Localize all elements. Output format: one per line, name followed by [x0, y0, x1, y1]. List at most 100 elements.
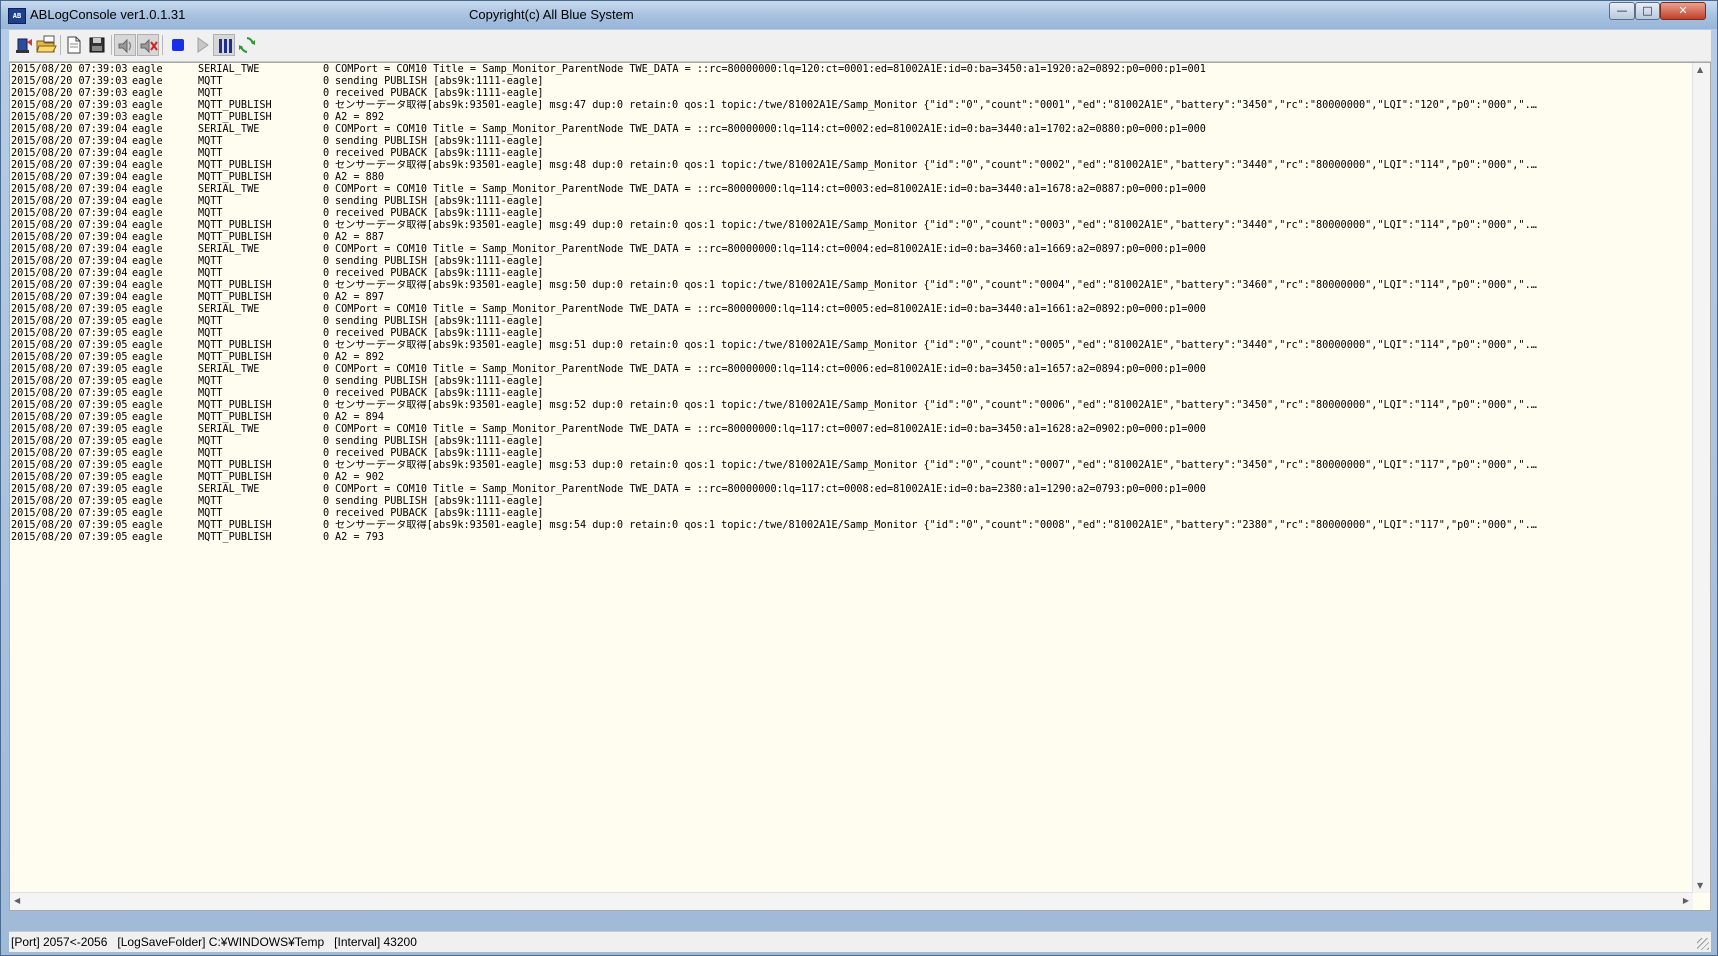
log-lines: 2015/08/20 07:39:03 eagle SERIAL_TWE 0 COMPo…	[11, 64, 1692, 544]
horizontal-scrollbar[interactable]: ◀ ▶	[10, 892, 1693, 910]
log-host: eagle	[132, 424, 163, 435]
log-row[interactable]: 2015/08/20 07:39:04 eagle MQTT_PUBLISH 0 A2 …	[11, 232, 1692, 244]
log-row[interactable]: 2015/08/20 07:39:04 eagle MQTT_PUBLISH 0 A2 …	[11, 172, 1692, 184]
log-level: 0	[323, 64, 330, 75]
log-time: 2015/08/20 07:39:04	[11, 196, 128, 207]
log-level: 0	[323, 364, 330, 375]
log-row[interactable]: 2015/08/20 07:39:05 eagle SERIAL_TWE 0 COMPo…	[11, 484, 1692, 496]
log-row[interactable]: 2015/08/20 07:39:04 eagle MQTT 0 sending PUB…	[11, 136, 1692, 148]
log-row[interactable]: 2015/08/20 07:39:05 eagle MQTT 0 sending PUB…	[11, 496, 1692, 508]
scroll-right-icon[interactable]: ▶	[1683, 896, 1689, 906]
log-time: 2015/08/20 07:39:04	[11, 136, 128, 147]
log-level: 0	[323, 268, 330, 279]
log-row[interactable]: 2015/08/20 07:39:05 eagle MQTT 0 received PU…	[11, 448, 1692, 460]
log-row[interactable]: 2015/08/20 07:39:05 eagle MQTT_PUBLISH 0 A2 …	[11, 412, 1692, 424]
log-row[interactable]: 2015/08/20 07:39:04 eagle MQTT_PUBLISH 0 センサ…	[11, 220, 1692, 232]
log-level: 0	[323, 184, 330, 195]
log-category: MQTT_PUBLISH	[198, 112, 272, 123]
pause-icon[interactable]	[213, 34, 235, 56]
log-message: COMPort = COM10 Title = Samp_Monitor_Par…	[335, 484, 1206, 495]
log-row[interactable]: 2015/08/20 07:39:04 eagle SERIAL_TWE 0 COMPo…	[11, 184, 1692, 196]
log-message: センサーデータ取得[abs9k:93501-eagle] msg:50 dup:…	[335, 280, 1540, 291]
resize-grip-icon[interactable]	[1697, 938, 1709, 950]
log-message: sending PUBLISH [abs9k:1111-eagle]	[335, 316, 544, 327]
log-row[interactable]: 2015/08/20 07:39:04 eagle MQTT_PUBLISH 0 A2 …	[11, 292, 1692, 304]
log-row[interactable]: 2015/08/20 07:39:05 eagle MQTT 0 sending PUB…	[11, 376, 1692, 388]
log-row[interactable]: 2015/08/20 07:39:04 eagle SERIAL_TWE 0 COMPo…	[11, 244, 1692, 256]
log-message: sending PUBLISH [abs9k:1111-eagle]	[335, 436, 544, 447]
log-category: MQTT_PUBLISH	[198, 220, 272, 231]
log-row[interactable]: 2015/08/20 07:39:05 eagle MQTT_PUBLISH 0 センサ…	[11, 460, 1692, 472]
log-row[interactable]: 2015/08/20 07:39:03 eagle MQTT_PUBLISH 0 A2 …	[11, 112, 1692, 124]
log-host: eagle	[132, 352, 163, 363]
log-level: 0	[323, 460, 330, 471]
minimize-button[interactable]: —	[1609, 2, 1635, 20]
log-row[interactable]: 2015/08/20 07:39:03 eagle MQTT 0 sending PUB…	[11, 76, 1692, 88]
log-row[interactable]: 2015/08/20 07:39:05 eagle MQTT 0 sending PUB…	[11, 316, 1692, 328]
sound-on-icon[interactable]	[114, 34, 136, 56]
log-category: MQTT	[198, 136, 223, 147]
sound-off-icon[interactable]	[137, 34, 159, 56]
maximize-button[interactable]: □	[1635, 2, 1660, 20]
log-level: 0	[323, 436, 330, 447]
log-category: MQTT	[198, 508, 223, 519]
log-row[interactable]: 2015/08/20 07:39:05 eagle MQTT 0 received PU…	[11, 328, 1692, 340]
log-host: eagle	[132, 220, 163, 231]
log-row[interactable]: 2015/08/20 07:39:05 eagle MQTT_PUBLISH 0 センサ…	[11, 520, 1692, 532]
log-category: MQTT	[198, 388, 223, 399]
vertical-scrollbar[interactable]: ▲ ▼	[1692, 63, 1710, 893]
log-row[interactable]: 2015/08/20 07:39:05 eagle MQTT_PUBLISH 0 A2 …	[11, 352, 1692, 364]
log-message: sending PUBLISH [abs9k:1111-eagle]	[335, 136, 544, 147]
log-row[interactable]: 2015/08/20 07:39:03 eagle SERIAL_TWE 0 COMPo…	[11, 64, 1692, 76]
new-document-icon[interactable]	[63, 34, 85, 56]
log-row[interactable]: 2015/08/20 07:39:05 eagle MQTT_PUBLISH 0 センサ…	[11, 400, 1692, 412]
log-row[interactable]: 2015/08/20 07:39:03 eagle MQTT_PUBLISH 0 センサ…	[11, 100, 1692, 112]
log-row[interactable]: 2015/08/20 07:39:04 eagle MQTT_PUBLISH 0 センサ…	[11, 280, 1692, 292]
log-row[interactable]: 2015/08/20 07:39:04 eagle MQTT 0 received PU…	[11, 268, 1692, 280]
save-icon[interactable]	[86, 34, 108, 56]
close-button[interactable]: ✕	[1660, 2, 1706, 20]
play-icon[interactable]	[191, 34, 213, 56]
log-message: COMPort = COM10 Title = Samp_Monitor_Par…	[335, 424, 1206, 435]
log-row[interactable]: 2015/08/20 07:39:05 eagle MQTT 0 sending PUB…	[11, 436, 1692, 448]
log-message: received PUBACK [abs9k:1111-eagle]	[335, 388, 544, 399]
stop-icon[interactable]	[167, 34, 189, 56]
log-row[interactable]: 2015/08/20 07:39:05 eagle SERIAL_TWE 0 COMPo…	[11, 424, 1692, 436]
log-row[interactable]: 2015/08/20 07:39:04 eagle MQTT_PUBLISH 0 センサ…	[11, 160, 1692, 172]
connect-icon[interactable]	[13, 34, 35, 56]
log-row[interactable]: 2015/08/20 07:39:04 eagle MQTT 0 received PU…	[11, 148, 1692, 160]
log-time: 2015/08/20 07:39:03	[11, 100, 128, 111]
log-row[interactable]: 2015/08/20 07:39:05 eagle MQTT_PUBLISH 0 A2 …	[11, 472, 1692, 484]
log-message: A2 = 887	[335, 232, 385, 243]
log-row[interactable]: 2015/08/20 07:39:04 eagle MQTT 0 sending PUB…	[11, 196, 1692, 208]
log-row[interactable]: 2015/08/20 07:39:05 eagle SERIAL_TWE 0 COMPo…	[11, 304, 1692, 316]
log-category: MQTT	[198, 208, 223, 219]
scroll-left-icon[interactable]: ◀	[14, 896, 20, 906]
scroll-up-icon[interactable]: ▲	[1697, 65, 1703, 75]
log-host: eagle	[132, 532, 163, 543]
log-time: 2015/08/20 07:39:04	[11, 256, 128, 267]
log-row[interactable]: 2015/08/20 07:39:03 eagle MQTT 0 received PU…	[11, 88, 1692, 100]
toolbar-separator	[111, 35, 112, 55]
log-row[interactable]: 2015/08/20 07:39:04 eagle MQTT 0 received PU…	[11, 208, 1692, 220]
log-message: sending PUBLISH [abs9k:1111-eagle]	[335, 76, 544, 87]
log-row[interactable]: 2015/08/20 07:39:04 eagle SERIAL_TWE 0 COMPo…	[11, 124, 1692, 136]
log-time: 2015/08/20 07:39:05	[11, 400, 128, 411]
log-row[interactable]: 2015/08/20 07:39:05 eagle MQTT_PUBLISH 0 A2 …	[11, 532, 1692, 544]
scroll-down-icon[interactable]: ▼	[1697, 881, 1703, 891]
log-row[interactable]: 2015/08/20 07:39:05 eagle MQTT 0 received PU…	[11, 508, 1692, 520]
log-view[interactable]: 2015/08/20 07:39:03 eagle SERIAL_TWE 0 COMPo…	[9, 62, 1711, 911]
log-category: MQTT_PUBLISH	[198, 400, 272, 411]
log-row[interactable]: 2015/08/20 07:39:05 eagle MQTT_PUBLISH 0 センサ…	[11, 340, 1692, 352]
log-row[interactable]: 2015/08/20 07:39:04 eagle MQTT 0 sending PUB…	[11, 256, 1692, 268]
title-bar[interactable]: AB ABLogConsole ver1.0.1.31 Copyright(c)…	[1, 1, 1717, 29]
log-row[interactable]: 2015/08/20 07:39:05 eagle SERIAL_TWE 0 COMPo…	[11, 364, 1692, 376]
log-message: センサーデータ取得[abs9k:93501-eagle] msg:52 dup:…	[335, 400, 1540, 411]
log-level: 0	[323, 508, 330, 519]
log-level: 0	[323, 220, 330, 231]
open-log-icon[interactable]	[35, 34, 57, 56]
log-level: 0	[323, 388, 330, 399]
refresh-icon[interactable]	[236, 34, 258, 56]
log-host: eagle	[132, 376, 163, 387]
log-row[interactable]: 2015/08/20 07:39:05 eagle MQTT 0 received PU…	[11, 388, 1692, 400]
